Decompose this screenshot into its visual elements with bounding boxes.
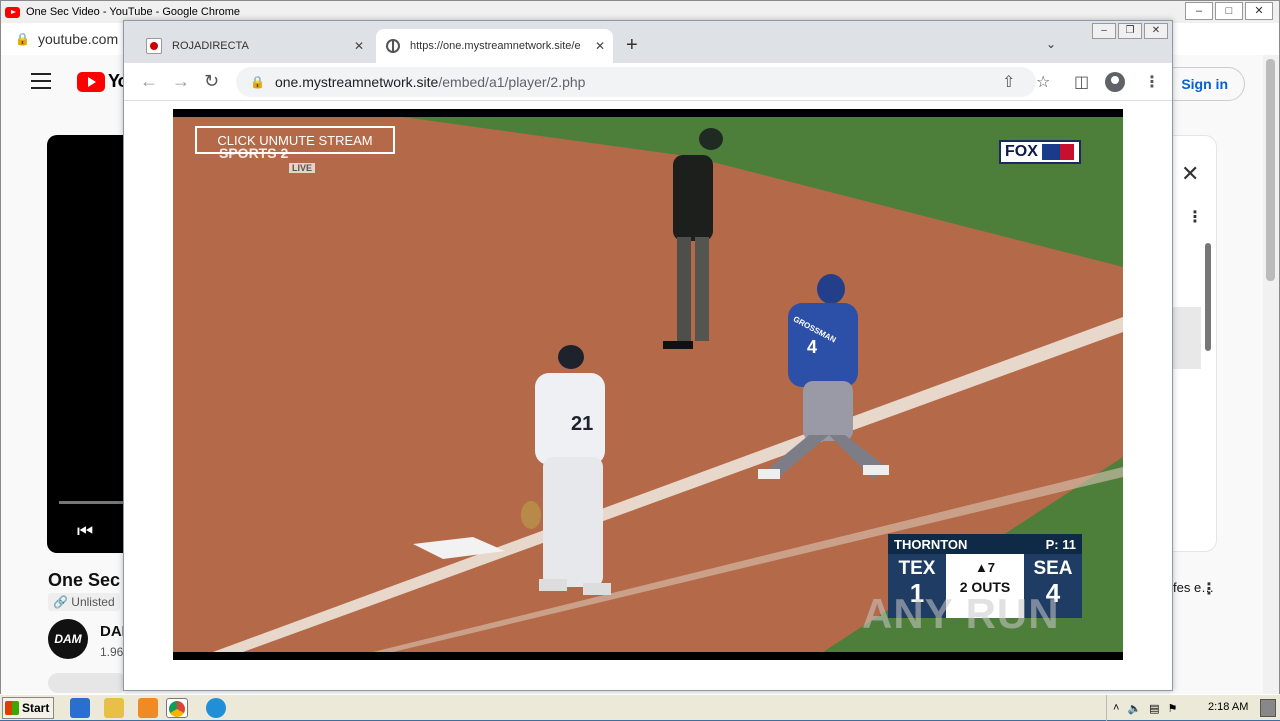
browser-toolbar: ← → ↻ 🔒 one.mystreamnetwork.site/embed/a… [124,63,1172,101]
side-panel-icon[interactable]: ◫ [1074,72,1089,92]
edge-icon[interactable] [206,698,226,718]
pitcher-name: THORNTON [894,536,968,552]
restore-button[interactable]: ❐ [1118,23,1142,39]
stream-window-controls: – ❐ ✕ [1092,23,1168,39]
tray-expand-icon[interactable]: ˄ [1113,702,1119,714]
action-chip[interactable] [48,673,128,693]
address-bar[interactable]: 🔒 one.mystreamnetwork.site/embed/a1/play… [236,67,1036,97]
fielder-jersey-number: 21 [571,413,594,435]
channel-avatar[interactable]: DAM [48,619,88,659]
fielder-figure [521,345,611,595]
tab-stream[interactable]: https://one.mystreamnetwork.site/e ✕ [376,29,613,63]
rojadirecta-favicon-icon [146,38,162,54]
close-panel-icon[interactable]: ✕ [1181,161,1199,187]
youtube-address-text: youtube.com [37,31,119,47]
media-player-icon[interactable] [138,698,158,718]
chrome-taskbar-icon[interactable] [166,698,188,718]
lock-icon: 🔒 [15,32,30,46]
back-arrow-icon[interactable]: ← [140,71,158,91]
video-title: One Sec [48,570,121,590]
tab-label: ROJADIRECTA [172,40,249,52]
subscriber-count: 1.96 [100,645,124,659]
lock-icon: 🔒 [250,75,265,89]
panel-thumbnail[interactable] [1173,307,1201,369]
runner-jersey-number: 4 [807,337,818,357]
url-path: /embed/a1/player/2.php [438,74,586,90]
youtube-window-controls: – □ ✕ [1185,2,1273,20]
network-icon[interactable]: ▤ [1149,702,1159,715]
previous-video-icon[interactable]: ⏮ [77,521,93,542]
start-button[interactable]: Start [2,696,54,719]
anyrun-watermark: ANY RUN [862,590,1060,637]
tab-strip: ROJADIRECTA ✕ https://one.mystreamnetwor… [124,21,1172,63]
globe-icon [386,39,400,53]
channel-logo-text: SPORTS 2 [219,145,289,161]
file-explorer-icon[interactable] [104,698,124,718]
reload-icon[interactable]: ↻ [204,71,219,91]
youtube-window-title: One Sec Video - YouTube - Google Chrome [26,6,241,18]
close-tab-icon[interactable]: ✕ [595,39,605,53]
mlb-logo-icon [1041,144,1074,160]
home-team-abbr: SEA [1033,558,1073,579]
tab-search-chevron-icon[interactable]: ⌄ [1046,37,1056,51]
more-options-icon[interactable]: ⋮ [1187,207,1203,227]
tab-rojadirecta[interactable]: ROJADIRECTA ✕ [136,29,372,63]
start-label: Start [22,700,50,715]
channel-logo: SPORTS 2 LIVE [219,145,316,173]
action-center-flag-icon[interactable]: ⚑ [1168,702,1178,715]
new-tab-icon[interactable]: + [626,35,638,55]
share-icon[interactable]: ⇧ [1002,72,1015,92]
hamburger-menu-icon[interactable] [31,73,51,89]
suggestion-more-icon[interactable]: ⋮ [1201,579,1217,599]
tab-label: https://one.mystreamnetwork.site/e [410,40,581,52]
forward-arrow-icon[interactable]: → [172,71,190,91]
away-team-abbr: TEX [898,558,936,579]
url-host: one.mystreamnetwork.site [274,74,439,90]
sign-in-label: Sign in [1181,76,1228,92]
volume-icon[interactable]: 🔈 [1127,702,1141,715]
profile-avatar-icon[interactable] [1105,72,1125,92]
close-button[interactable]: ✕ [1245,2,1273,20]
taskbar: Start ˄ 🔈 ▤ ⚑ 2:18 AM [0,694,1280,721]
menu-dots-icon[interactable]: ⋮ [1144,72,1160,92]
fox-mlb-logo: FOX [999,140,1081,164]
maximize-button[interactable]: □ [1215,2,1243,20]
close-button[interactable]: ✕ [1144,23,1168,39]
scoreboard-header: THORNTON P: 11 [888,534,1082,554]
link-icon: 🔗 [53,595,68,609]
page-scrollbar[interactable] [1263,55,1279,695]
unlisted-label: Unlisted [71,595,115,609]
fox-logo-text: FOX [1005,143,1038,160]
video-player[interactable]: 4 GROSSMAN 21 CLICK UNMUTE STREAM SPORTS… [173,109,1123,660]
clock[interactable]: 2:18 AM [1208,701,1248,713]
inning: ▲7 [974,560,996,575]
internet-explorer-icon[interactable] [70,698,90,718]
unlisted-badge: 🔗 Unlisted [48,593,120,611]
pitch-count: P: 11 [1045,536,1076,552]
youtube-play-icon [77,71,105,92]
bookmark-star-icon[interactable]: ☆ [1036,72,1050,92]
windows-flag-icon [5,700,19,715]
close-tab-icon[interactable]: ✕ [354,39,364,53]
video-progress-bar[interactable] [59,501,129,504]
panel-scrollbar[interactable] [1205,243,1211,351]
live-badge: LIVE [289,163,316,173]
youtube-logo[interactable]: Yo [77,71,129,92]
youtube-favicon-icon [5,6,20,18]
page-scrollbar-thumb[interactable] [1266,59,1275,281]
minimize-button[interactable]: – [1092,23,1116,39]
minimize-button[interactable]: – [1185,2,1213,20]
channel-name[interactable]: DAI [100,623,126,640]
show-desktop-button[interactable] [1260,699,1276,717]
